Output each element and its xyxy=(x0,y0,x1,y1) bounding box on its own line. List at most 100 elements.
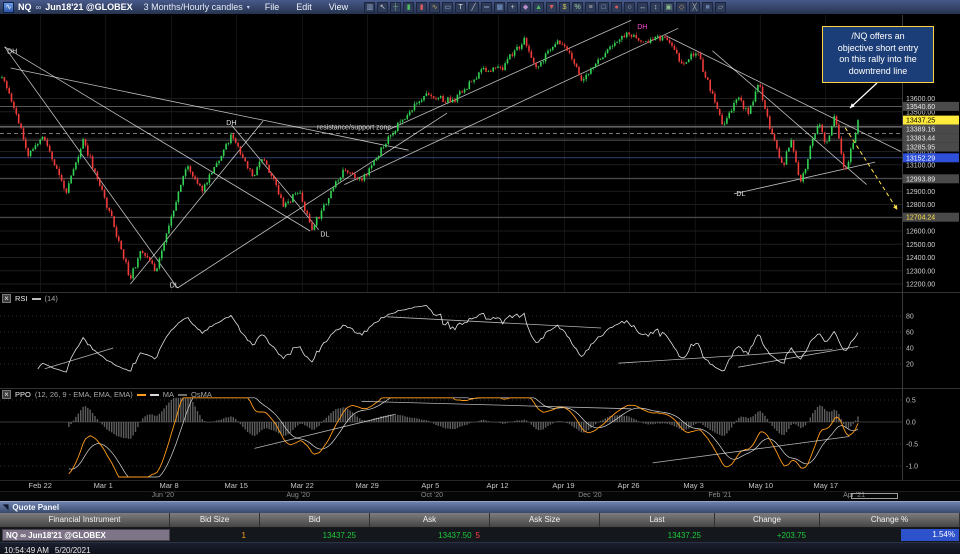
bid-cell: 13437.25 xyxy=(322,530,356,540)
toolbar-icons: ▥ ↖ ┼ ▮ ▮ ∿ ▭ T ╱ ═ ▦ + ◆ ▲ ▼ $% ≡ □ ● ○ ↔ ↕ ▣ ◇ ╳ ■ ▱ xyxy=(364,1,957,13)
toolbar-icon[interactable]: ═ xyxy=(481,1,493,13)
last-cell: 13437.25 xyxy=(667,530,701,540)
symbol-label: NQ xyxy=(18,2,32,12)
svg-text:-0.5: -0.5 xyxy=(906,442,918,449)
svg-text:DH: DH xyxy=(226,120,236,127)
svg-text:DH: DH xyxy=(7,48,17,55)
ppo-label: PPO xyxy=(15,390,31,399)
rsi-params: (14) xyxy=(44,294,58,303)
toolbar-icon[interactable]: ▱ xyxy=(715,1,727,13)
toolbar-icon[interactable]: ↖ xyxy=(377,1,389,13)
toolbar-icon[interactable]: ∿ xyxy=(429,1,441,13)
svg-text:80: 80 xyxy=(906,314,914,321)
toolbar-icon[interactable]: ↕ xyxy=(650,1,662,13)
col-ask-size[interactable]: Ask Size xyxy=(490,513,600,527)
toolbar-icon[interactable]: ≡ xyxy=(585,1,597,13)
menu-view[interactable]: View xyxy=(327,2,350,12)
toolbar-icon[interactable]: $ xyxy=(559,1,571,13)
date-tick-label: Mar 22 xyxy=(290,481,314,490)
rsi-line-swatch xyxy=(31,297,41,300)
svg-text:DL: DL xyxy=(170,282,179,289)
col-last[interactable]: Last xyxy=(600,513,715,527)
date-tick-label: Apr 5 xyxy=(421,481,440,490)
close-rsi-panel-button[interactable]: × xyxy=(2,294,11,303)
toolbar-icon[interactable]: ▦ xyxy=(494,1,506,13)
main-chart-canvas[interactable]: 13600.0013500.0013400.0013300.0013200.00… xyxy=(0,15,960,292)
ppo-panel[interactable]: 0.5 0.0 -0.5 -1.0 × PPO (12, 26, 9 - EMA, E… xyxy=(0,388,960,480)
quote-panel-title: Quote Panel xyxy=(12,503,60,512)
svg-text:DH: DH xyxy=(637,24,647,31)
menu-file[interactable]: File xyxy=(263,2,282,12)
toolbar-icon[interactable]: ○ xyxy=(624,1,636,13)
svg-text:0.0: 0.0 xyxy=(906,420,916,427)
toolbar-icon[interactable]: ◆ xyxy=(520,1,532,13)
toolbar-icon[interactable]: ╱ xyxy=(468,1,480,13)
rsi-header: × RSI (14) xyxy=(2,294,58,303)
close-ppo-panel-button[interactable]: × xyxy=(2,390,11,399)
ppo-canvas[interactable]: 0.5 0.0 -0.5 -1.0 xyxy=(0,388,960,480)
toolbar-icon[interactable]: ▲ xyxy=(533,1,545,13)
status-time: 10:54:49 AM xyxy=(4,545,49,554)
rsi-canvas[interactable]: 80 60 40 20 xyxy=(0,292,960,388)
svg-text:20: 20 xyxy=(906,362,914,369)
chart-annotation-note[interactable]: /NQ offers an objective short entry on t… xyxy=(822,26,934,83)
date-tick-label: Apr 19 xyxy=(552,481,575,490)
timeline-month-label: Aug '20 xyxy=(286,492,310,499)
timeline-selection-handle[interactable] xyxy=(850,493,899,499)
date-tick-label: Mar 1 xyxy=(93,481,113,490)
change-pct-badge: 1.54% xyxy=(901,529,959,541)
col-change[interactable]: Change xyxy=(715,513,820,527)
col-financial-instrument[interactable]: Financial Instrument xyxy=(0,513,170,527)
timeframe-selector[interactable]: 3 Months/Hourly candles xyxy=(144,2,243,12)
col-bid[interactable]: Bid xyxy=(260,513,370,527)
toolbar-icon[interactable]: ● xyxy=(611,1,623,13)
toolbar-icon[interactable]: ╳ xyxy=(689,1,701,13)
toolbar-icon[interactable]: % xyxy=(572,1,584,13)
ppo-params: (12, 26, 9 - EMA, EMA, EMA) xyxy=(34,390,133,399)
toolbar-icon[interactable]: □ xyxy=(598,1,610,13)
toolbar-icon[interactable]: ▭ xyxy=(442,1,454,13)
svg-text:DL: DL xyxy=(736,191,745,198)
date-tick-label: May 3 xyxy=(683,481,704,490)
toolbar-icon[interactable]: ┼ xyxy=(390,1,402,13)
col-bid-size[interactable]: Bid Size xyxy=(170,513,260,527)
date-tick-label: Mar 15 xyxy=(224,481,248,490)
instrument-cell[interactable]: NQ ∞ Jun18'21 @GLOBEX xyxy=(2,529,170,541)
time-axis[interactable]: Feb 22 Mar 1 Mar 8 Mar 15 Mar 22 Mar 29 Apr 5 A… xyxy=(0,480,960,491)
timeline-month-label: Feb '21 xyxy=(708,492,732,499)
collapse-icon[interactable]: ◥ xyxy=(3,504,8,511)
toolbar-icon[interactable]: ▼ xyxy=(546,1,558,13)
toolbar-icon[interactable]: ↔ xyxy=(637,1,649,13)
main-chart-panel[interactable]: 13600.0013500.0013400.0013300.0013200.00… xyxy=(0,15,960,292)
toolbar-icon[interactable]: ▮ xyxy=(403,1,415,13)
date-tick-label: Feb 22 xyxy=(28,481,52,490)
svg-text:resistance/support zone: resistance/support zone xyxy=(317,125,391,132)
trading-app-window: ∿ NQ ∞ Jun18'21 @GLOBEX 3 Months/Hourly … xyxy=(0,0,960,554)
rsi-panel[interactable]: 80 60 40 20 × RSI (14) xyxy=(0,292,960,388)
ask-price: 13437.50 xyxy=(438,530,472,540)
quote-table-row[interactable]: NQ ∞ Jun18'21 @GLOBEX 1 13437.25 13437.5… xyxy=(0,528,960,542)
toolbar-icon[interactable]: ■ xyxy=(702,1,714,13)
svg-text:DL: DL xyxy=(320,231,329,238)
toolbar-icon[interactable]: + xyxy=(507,1,519,13)
status-bar: 10:54:49 AM 5/20/2021 xyxy=(0,542,960,554)
col-ask[interactable]: Ask xyxy=(370,513,490,527)
quote-table-header: Financial Instrument Bid Size Bid Ask As… xyxy=(0,513,960,528)
toolbar-icon[interactable]: ▥ xyxy=(364,1,376,13)
rsi-label: RSI xyxy=(15,294,28,303)
toolbar-icon[interactable]: ◇ xyxy=(676,1,688,13)
toolbar-icon[interactable]: ▣ xyxy=(663,1,675,13)
svg-text:0.5: 0.5 xyxy=(906,398,916,405)
ppo-line-swatch xyxy=(136,393,146,396)
ppo-header: × PPO (12, 26, 9 - EMA, EMA, EMA) MA OsM… xyxy=(2,390,212,399)
menu-edit[interactable]: Edit xyxy=(294,2,314,12)
timeline-scrollbar[interactable]: Jun '20 Aug '20 Oct '20 Dec '20 Feb '21 Apr '… xyxy=(0,491,960,501)
quote-panel-titlebar[interactable]: ◥ Quote Panel xyxy=(0,501,960,513)
col-change-pct[interactable]: Change % xyxy=(820,513,960,527)
osma-label: OsMA xyxy=(191,390,212,399)
contract-label: Jun18'21 @GLOBEX xyxy=(45,2,133,12)
toolbar-icon[interactable]: T xyxy=(455,1,467,13)
app-icon: ∿ xyxy=(3,1,14,13)
chevron-down-icon[interactable]: ▾ xyxy=(247,4,250,11)
toolbar-icon[interactable]: ▮ xyxy=(416,1,428,13)
